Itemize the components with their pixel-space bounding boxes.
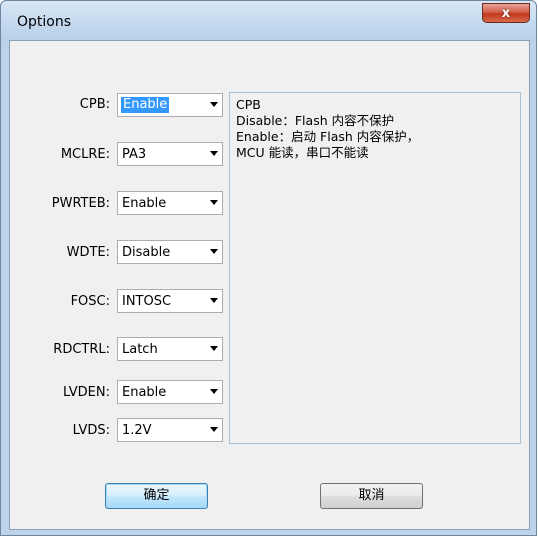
chevron-down-icon[interactable] xyxy=(210,249,218,254)
chevron-down-icon[interactable] xyxy=(210,298,218,303)
lvds-value: 1.2V xyxy=(122,423,152,438)
description-line: Enable：启动 Flash 内容保护， xyxy=(236,129,420,144)
lvden-select[interactable]: Enable xyxy=(117,380,223,404)
fosc-label: FOSC: xyxy=(70,294,110,309)
description-line: Disable：Flash 内容不保护 xyxy=(236,113,395,128)
chevron-down-icon[interactable] xyxy=(210,389,218,394)
cpb-value: Enable xyxy=(121,97,170,113)
close-icon: x xyxy=(501,5,511,21)
dialog-client-area: CPB: Enable MCLRE: PA3 PWRTEB: Enable WD… xyxy=(9,40,530,530)
mclre-value: PA3 xyxy=(122,147,147,162)
close-button[interactable]: x xyxy=(482,3,530,23)
chevron-down-icon[interactable] xyxy=(210,102,218,107)
rdctrl-label: RDCTRL: xyxy=(53,342,110,357)
chevron-down-icon[interactable] xyxy=(210,200,218,205)
description-title: CPB xyxy=(236,97,261,112)
cpb-label: CPB: xyxy=(79,97,110,112)
wdte-select[interactable]: Disable xyxy=(117,240,223,264)
pwrteb-select[interactable]: Enable xyxy=(117,191,223,215)
cpb-select[interactable]: Enable xyxy=(117,93,223,117)
chevron-down-icon[interactable] xyxy=(210,151,218,156)
rdctrl-select[interactable]: Latch xyxy=(117,337,223,361)
lvds-select[interactable]: 1.2V xyxy=(117,418,223,442)
title-bar[interactable]: Options x xyxy=(1,1,536,41)
pwrteb-label: PWRTEB: xyxy=(51,196,110,211)
pwrteb-value: Enable xyxy=(122,196,167,211)
window-title: Options xyxy=(17,14,72,30)
description-panel: CPB Disable：Flash 内容不保护 Enable：启动 Flash … xyxy=(229,92,521,444)
lvden-label: LVDEN: xyxy=(62,385,110,400)
lvden-value: Enable xyxy=(122,385,167,400)
rdctrl-value: Latch xyxy=(122,342,158,357)
lvds-label: LVDS: xyxy=(72,423,110,438)
description-line: MCU 能读，串口不能读 xyxy=(236,145,369,160)
fosc-value: INTOSC xyxy=(122,294,172,309)
fosc-select[interactable]: INTOSC xyxy=(117,289,223,313)
mclre-label: MCLRE: xyxy=(60,147,110,162)
wdte-label: WDTE: xyxy=(66,245,110,260)
options-dialog: Options x CPB: Enable MCLRE: PA3 PWRTEB:… xyxy=(0,0,537,536)
mclre-select[interactable]: PA3 xyxy=(117,142,223,166)
ok-button[interactable]: 确定 xyxy=(105,483,208,509)
cancel-button[interactable]: 取消 xyxy=(320,483,423,509)
wdte-value: Disable xyxy=(122,245,171,260)
chevron-down-icon[interactable] xyxy=(210,427,218,432)
chevron-down-icon[interactable] xyxy=(210,346,218,351)
